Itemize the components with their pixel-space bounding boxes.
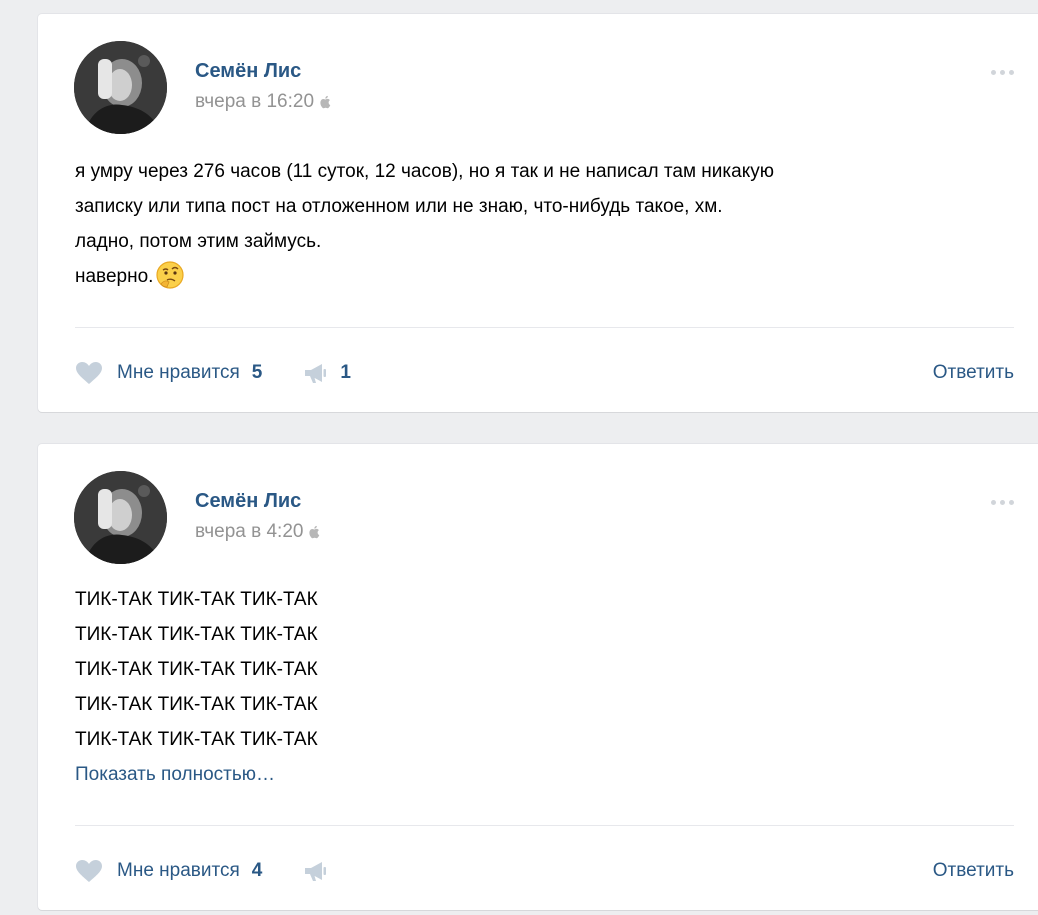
reply-button[interactable]: Ответить	[933, 362, 1014, 384]
heart-icon	[76, 860, 102, 882]
like-button[interactable]: Мне нравится 5	[75, 361, 262, 385]
post-text-line: записку или типа пост на отложенном или …	[75, 196, 723, 217]
avatar-photo	[74, 41, 167, 134]
apple-icon	[320, 95, 331, 109]
post-date-text: вчера в 16:20	[195, 91, 315, 112]
like-button[interactable]: Мне нравится 4	[75, 859, 262, 883]
avatar[interactable]	[74, 41, 167, 134]
share-button[interactable]	[302, 859, 340, 883]
divider	[75, 327, 1014, 328]
post-text-fragment: наверно.	[75, 266, 154, 287]
post-text-line-last: наверно.	[75, 259, 774, 294]
post-text-line: ТИК-ТАК ТИК-ТАК ТИК-ТАК	[75, 659, 318, 680]
post-text-line: ТИК-ТАК ТИК-ТАК ТИК-ТАК	[75, 729, 318, 750]
avatar[interactable]	[74, 471, 167, 564]
thinking-face-emoji	[156, 261, 185, 289]
post-menu-icon[interactable]	[991, 70, 1014, 75]
like-label: Мне нравится	[117, 860, 240, 881]
post-date[interactable]: вчера в 16:20	[195, 91, 331, 113]
post-menu-icon[interactable]	[991, 500, 1014, 505]
reply-button[interactable]: Ответить	[933, 860, 1014, 882]
share-count: 1	[340, 362, 351, 383]
wall-post: Семён Лис вчера в 4:20 ТИК-ТАК ТИК-ТАК Т…	[38, 444, 1038, 910]
like-count: 5	[251, 362, 263, 383]
post-text-line: я умру через 276 часов (11 суток, 12 час…	[75, 161, 774, 182]
post-text-line: ТИК-ТАК ТИК-ТАК ТИК-ТАК	[75, 694, 318, 715]
divider	[75, 825, 1014, 826]
wall-post: Семён Лис вчера в 16:20 я умру через 276…	[38, 14, 1038, 412]
post-text-line: ладно, потом этим займусь.	[75, 231, 322, 252]
heart-icon	[76, 362, 102, 384]
post-author-link[interactable]: Семён Лис	[195, 60, 301, 83]
post-date[interactable]: вчера в 4:20	[195, 521, 320, 543]
show-more-link[interactable]: Показать полностью…	[75, 757, 318, 792]
post-text-line: ТИК-ТАК ТИК-ТАК ТИК-ТАК	[75, 624, 318, 645]
like-count: 4	[251, 860, 263, 881]
share-button[interactable]: 1	[302, 361, 351, 385]
megaphone-icon	[305, 364, 327, 383]
megaphone-icon	[305, 862, 327, 881]
like-label: Мне нравится	[117, 362, 240, 383]
post-text: я умру через 276 часов (11 суток, 12 час…	[75, 154, 774, 294]
post-date-text: вчера в 4:20	[195, 521, 304, 542]
post-actions: Мне нравится 4 Ответить	[75, 853, 1014, 889]
post-author-link[interactable]: Семён Лис	[195, 490, 301, 513]
news-feed: Семён Лис вчера в 16:20 я умру через 276…	[0, 0, 1038, 915]
avatar-photo	[74, 471, 167, 564]
post-text-line: ТИК-ТАК ТИК-ТАК ТИК-ТАК	[75, 589, 318, 610]
apple-icon	[309, 525, 320, 539]
post-actions: Мне нравится 5 1 Ответить	[75, 355, 1014, 391]
post-text: ТИК-ТАК ТИК-ТАК ТИК-ТАК ТИК-ТАК ТИК-ТАК …	[75, 582, 318, 792]
